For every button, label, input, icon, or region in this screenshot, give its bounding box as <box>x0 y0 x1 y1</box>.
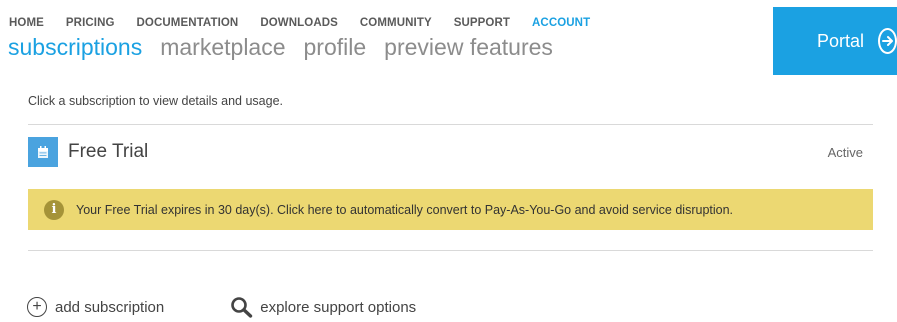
subscription-name: Free Trial <box>68 141 149 162</box>
portal-button[interactable]: Portal <box>773 7 897 75</box>
arrow-right-circle-icon <box>878 28 897 54</box>
add-subscription-button[interactable]: + add subscription <box>27 297 164 317</box>
nav-downloads[interactable]: DOWNLOADS <box>260 17 338 29</box>
instructions-text: Click a subscription to view details and… <box>28 94 283 108</box>
tab-preview-features[interactable]: preview features <box>384 34 553 61</box>
nav-home[interactable]: HOME <box>9 17 44 29</box>
search-icon <box>230 296 254 318</box>
explore-support-button[interactable]: explore support options <box>230 296 416 318</box>
plus-circle-icon: + <box>27 297 47 317</box>
trial-warning-message: Your Free Trial expires in 30 day(s). Cl… <box>76 202 734 217</box>
tab-marketplace[interactable]: marketplace <box>160 34 285 61</box>
actions-bar: + add subscription explore support optio… <box>27 296 416 318</box>
tab-subscriptions[interactable]: subscriptions <box>8 34 142 61</box>
subscription-status: Active <box>827 144 863 160</box>
nav-documentation[interactable]: DOCUMENTATION <box>137 17 239 29</box>
divider-bottom <box>28 250 873 251</box>
nav-support[interactable]: SUPPORT <box>454 17 510 29</box>
nav-community[interactable]: COMMUNITY <box>360 17 432 29</box>
divider-top <box>28 124 873 125</box>
add-subscription-label: add subscription <box>55 298 165 316</box>
top-nav: HOME PRICING DOCUMENTATION DOWNLOADS COM… <box>9 17 612 29</box>
explore-support-label: explore support options <box>260 298 417 316</box>
trial-warning-banner[interactable]: i Your Free Trial expires in 30 day(s). … <box>28 189 873 230</box>
section-tabs: subscriptions marketplace profile previe… <box>8 34 571 61</box>
subscription-row[interactable]: Free Trial Active <box>28 134 873 170</box>
info-icon: i <box>44 199 64 220</box>
tab-profile[interactable]: profile <box>304 34 367 61</box>
subscription-icon <box>28 137 58 167</box>
nav-account[interactable]: ACCOUNT <box>532 17 590 29</box>
account-page: HOME PRICING DOCUMENTATION DOWNLOADS COM… <box>0 0 897 322</box>
nav-pricing[interactable]: PRICING <box>66 17 115 29</box>
portal-label: Portal <box>817 30 865 51</box>
